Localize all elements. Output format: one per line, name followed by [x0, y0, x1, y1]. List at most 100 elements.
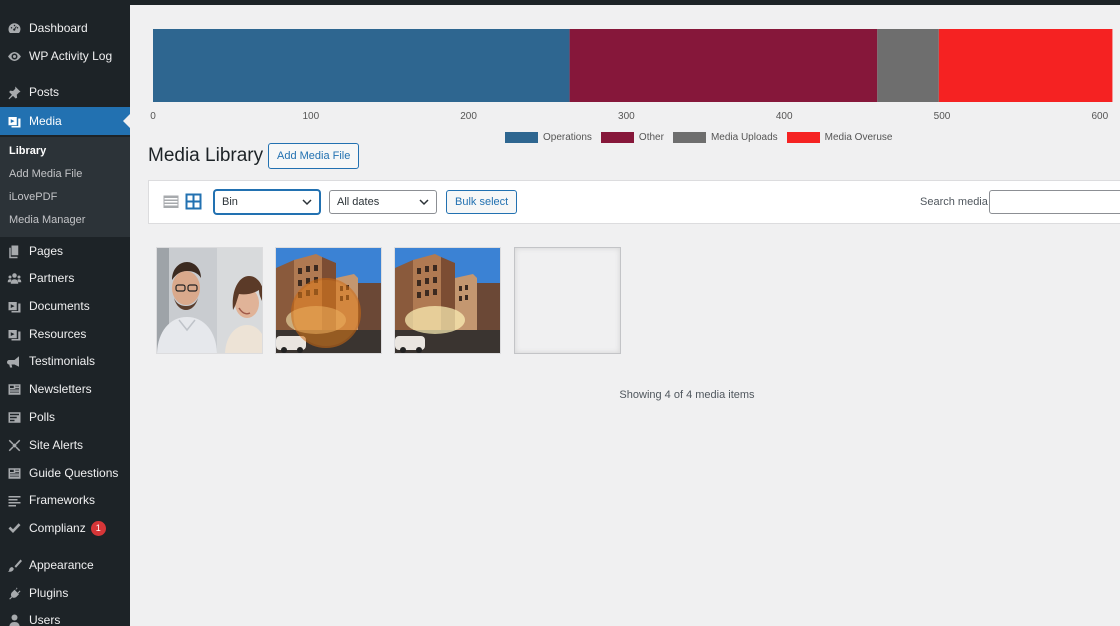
submenu-item-library[interactable]: Library — [9, 145, 46, 157]
media-type-filter-value: Bin — [222, 196, 238, 208]
admin-bar — [0, 0, 1120, 5]
newsletter-icon — [6, 381, 23, 398]
bar-segment-media-uploads — [877, 29, 939, 102]
bar-segment-operations — [153, 29, 570, 102]
check-icon — [6, 520, 23, 537]
x-tick-label: 0 — [150, 111, 156, 122]
guide-icon — [6, 465, 23, 482]
legend-swatch — [786, 132, 820, 143]
bar-segment-other — [569, 29, 878, 102]
submenu-item-media-manager[interactable]: Media Manager — [9, 214, 85, 226]
legend-swatch — [505, 132, 538, 143]
sidebar-item-label: Polls — [29, 410, 56, 424]
alerts-icon — [6, 437, 23, 454]
active-indicator — [123, 114, 130, 128]
partners-icon — [6, 270, 23, 287]
sidebar-item-newsletters[interactable]: Newsletters — [0, 376, 130, 402]
pages-icon — [6, 243, 23, 260]
x-tick-label: 400 — [776, 111, 793, 122]
page-title: Media Library — [148, 145, 264, 166]
x-tick-label: 200 — [460, 111, 477, 122]
polls-icon — [6, 409, 23, 426]
legend-label: Other — [638, 132, 664, 143]
sidebar-item-frameworks[interactable]: Frameworks — [0, 487, 130, 513]
bulk-select-button[interactable]: Bulk select — [446, 190, 518, 214]
sidebar-item-users[interactable]: Users — [0, 607, 130, 626]
grid-view-icon[interactable] — [185, 193, 202, 210]
sidebar-item-label: Guide Questions — [29, 466, 119, 480]
submenu-item-ilovepdf[interactable]: iLovePDF — [9, 191, 57, 203]
media-item-portrait[interactable] — [156, 247, 263, 354]
megaphone-icon — [6, 353, 23, 370]
media-item-building-highlighted[interactable] — [275, 247, 382, 354]
sidebar-item-label: Site Alerts — [29, 438, 84, 452]
sidebar-item-label: Documents — [29, 299, 90, 313]
media-item-placeholder[interactable] — [514, 247, 621, 354]
sidebar-item-label: Newsletters — [29, 382, 92, 396]
sidebar-item-partners[interactable]: Partners — [0, 265, 130, 291]
sidebar-item-label: Testimonials — [29, 354, 96, 368]
date-filter-value: All dates — [337, 196, 380, 208]
sidebar-item-label: Frameworks — [29, 493, 96, 507]
sidebar-item-media[interactable]: Media — [0, 107, 130, 135]
x-tick-label: 600 — [1091, 111, 1108, 122]
media-thumbnail-image — [276, 248, 381, 353]
date-filter[interactable]: All dates — [329, 190, 437, 214]
sidebar-item-posts[interactable]: Posts — [0, 79, 130, 105]
activity-log-icon — [6, 48, 23, 65]
dashboard-icon — [6, 20, 23, 37]
legend-swatch — [672, 132, 706, 143]
media-thumbnail-image — [157, 248, 262, 353]
sidebar-item-dashboard[interactable]: Dashboard — [0, 15, 130, 41]
documents-icon — [6, 298, 23, 315]
sidebar-item-pages[interactable]: Pages — [0, 238, 130, 264]
sidebar-item-plugins[interactable]: Plugins — [0, 580, 130, 606]
chart-legend: Operations Other Media Uploads Media Ove… — [505, 132, 901, 143]
legend-item-media-uploads: Media Uploads — [672, 132, 778, 143]
media-icon — [6, 113, 23, 130]
x-tick-label: 100 — [302, 111, 319, 122]
sidebar-item-label: Posts — [29, 85, 60, 99]
add-media-file-button[interactable]: Add Media File — [268, 143, 360, 169]
sidebar-item-site-alerts[interactable]: Site Alerts — [0, 432, 130, 458]
users-icon — [6, 612, 23, 626]
sidebar-item-label: Pages — [29, 244, 64, 258]
sidebar-item-label: Complianz — [29, 521, 86, 535]
sidebar-item-label: Dashboard — [29, 21, 88, 35]
chevron-down-icon — [302, 199, 312, 206]
sidebar-item-label: Appearance — [29, 558, 94, 572]
legend-label: Operations — [543, 132, 592, 143]
bar-segment-media-overuse — [938, 29, 1113, 102]
media-toolbar: Bin All dates Bulk select Search media — [148, 180, 1120, 224]
media-thumbnail-image — [395, 248, 500, 353]
chevron-down-icon — [419, 199, 429, 206]
sidebar-item-polls[interactable]: Polls — [0, 404, 130, 430]
media-count-text: Showing 4 of 4 media items — [619, 389, 755, 401]
brush-icon — [6, 557, 23, 574]
admin-sidebar: Dashboard WP Activity Log Posts Media Li… — [0, 0, 130, 626]
media-type-filter[interactable]: Bin — [214, 190, 320, 214]
media-submenu: Library Add Media File iLovePDF Media Ma… — [0, 137, 130, 237]
search-input[interactable] — [989, 190, 1120, 214]
submenu-item-add-media-file[interactable]: Add Media File — [9, 168, 82, 180]
list-view-icon[interactable] — [163, 194, 179, 210]
sidebar-item-guide-questions[interactable]: Guide Questions — [0, 460, 130, 486]
notification-badge: 1 — [90, 520, 106, 536]
legend-item-media-overuse: Media Overuse — [786, 132, 892, 143]
media-item-building[interactable] — [394, 247, 501, 354]
sidebar-item-wp-activity-log[interactable]: WP Activity Log — [0, 43, 130, 69]
x-tick-label: 300 — [618, 111, 635, 122]
sidebar-item-testimonials[interactable]: Testimonials — [0, 348, 130, 374]
usage-chart-svg: 0 100 200 300 400 500 600 — [150, 29, 1113, 122]
sidebar-item-label: Users — [29, 613, 61, 626]
plug-icon — [6, 585, 23, 602]
sidebar-item-complianz[interactable]: Complianz 1 — [0, 515, 130, 541]
sidebar-item-label: Media — [29, 114, 62, 128]
sidebar-item-label: Partners — [29, 271, 75, 285]
sidebar-item-resources[interactable]: Resources — [0, 321, 130, 347]
sidebar-item-appearance[interactable]: Appearance — [0, 552, 130, 578]
legend-item-other: Other — [600, 132, 664, 143]
legend-label: Media Uploads — [710, 132, 778, 143]
legend-item-operations: Operations — [505, 132, 592, 143]
sidebar-item-documents[interactable]: Documents — [0, 293, 130, 319]
